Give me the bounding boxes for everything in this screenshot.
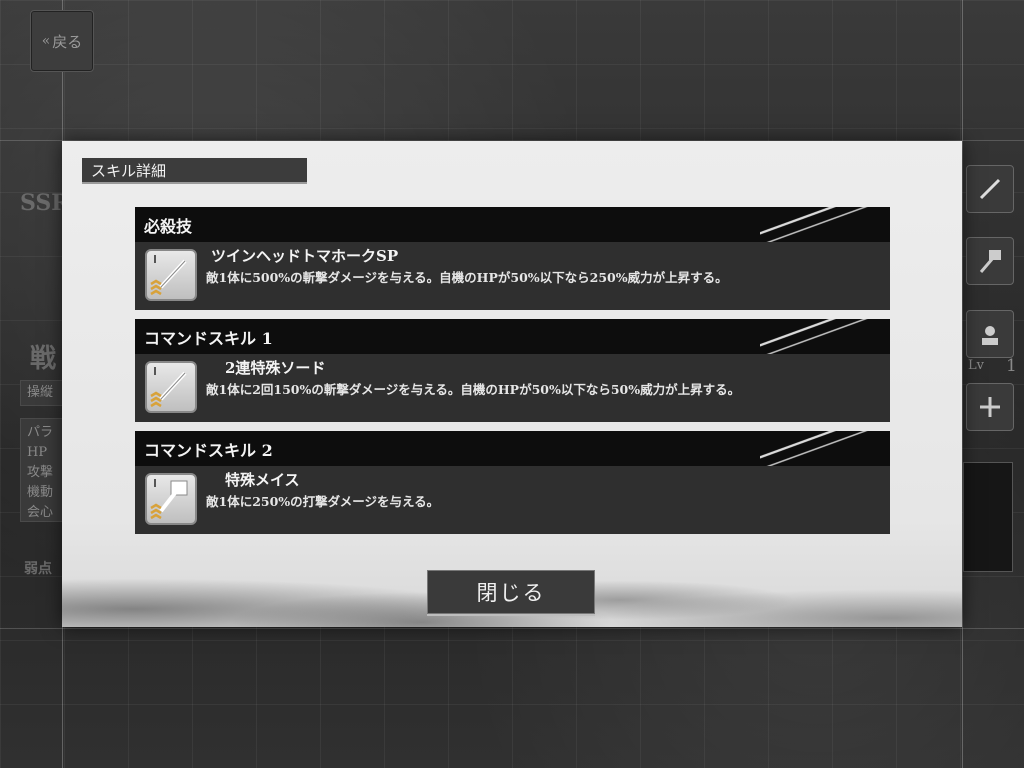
side-weapon-tile[interactable]: [966, 165, 1014, 213]
mace-icon: [150, 479, 188, 520]
background-panel: [963, 462, 1013, 572]
skill-category-header: 必殺技: [135, 207, 890, 242]
side-weapon-tile[interactable]: [966, 237, 1014, 285]
stat-label: パラ: [27, 425, 54, 440]
sword-icon: [979, 178, 1001, 200]
pilot-label: 操縦: [27, 385, 54, 400]
weakness-label: 弱点: [24, 561, 52, 577]
stat-label: HP: [27, 445, 48, 460]
skill-category-label: コマンドスキル 2: [144, 440, 273, 460]
skill-card: 必殺技 ツインヘッドトマホークSP 敵1体に500%の斬撃ダメージを与える。自機…: [135, 207, 890, 310]
stat-label: 会心: [27, 505, 54, 520]
skill-body: ツインヘッドトマホークSP 敵1体に500%の斬撃ダメージを与える。自機のHPが…: [135, 242, 890, 310]
back-button-label: 戻る: [52, 32, 83, 51]
background-panel: 操縦: [20, 380, 64, 406]
skill-card: コマンドスキル 2 特殊メイス 敵1体に250%の打撃ダメージを与える。: [135, 431, 890, 534]
section-heading: 戦: [30, 344, 57, 374]
skill-icon-frame: [145, 473, 197, 525]
sword-icon: [150, 255, 187, 296]
modal-title: スキル詳細: [82, 158, 307, 184]
skill-description: 敵1体に500%の斬撃ダメージを与える。自機のHPが50%以下なら250%威力が…: [206, 270, 728, 285]
side-pilot-tile[interactable]: [966, 310, 1014, 358]
mace-icon: [979, 250, 1001, 273]
double-chevron-left-icon: «: [41, 33, 51, 49]
skill-description: 敵1体に250%の打撃ダメージを与える。: [206, 494, 440, 509]
skill-category-header: コマンドスキル 1: [135, 319, 890, 354]
skill-category-header: コマンドスキル 2: [135, 431, 890, 466]
plus-icon: [980, 397, 1000, 417]
skill-description: 敵1体に2回150%の斬撃ダメージを与える。自機のHPが50%以下なら50%威力…: [206, 382, 741, 397]
slash-decoration: [760, 319, 890, 354]
background-panel: パラ HP 攻撃 機動 会心: [20, 418, 64, 522]
skill-body: 特殊メイス 敵1体に250%の打撃ダメージを与える。: [135, 466, 890, 534]
sword-icon: [150, 367, 187, 408]
stat-label: 機動: [27, 485, 54, 500]
pilot-icon: [982, 326, 998, 345]
back-button[interactable]: « 戻る: [30, 10, 94, 72]
skill-icon-frame: [145, 361, 197, 413]
close-button[interactable]: 閉じる: [427, 570, 595, 614]
stat-label: 攻撃: [27, 465, 54, 480]
slash-decoration: [760, 431, 890, 466]
level-value: 1: [1006, 356, 1017, 376]
frame-line: [0, 628, 1024, 629]
level-label: Lv: [968, 358, 984, 373]
frame-line: [962, 0, 963, 768]
slash-decoration: [760, 207, 890, 242]
skill-detail-modal: スキル詳細 必殺技 ツインヘッドトマホークSP 敵1体に500%の斬撃ダメージを…: [62, 141, 962, 627]
skill-category-label: コマンドスキル 1: [144, 328, 273, 348]
skill-name: 特殊メイス: [225, 471, 300, 489]
skill-name: ツインヘッドトマホークSP: [211, 247, 399, 265]
skill-category-label: 必殺技: [144, 216, 193, 236]
skill-body: 2連特殊ソード 敵1体に2回150%の斬撃ダメージを与える。自機のHPが50%以…: [135, 354, 890, 422]
side-upgrade-tile[interactable]: [966, 383, 1014, 431]
skill-icon-frame: [145, 249, 197, 301]
skill-name: 2連特殊ソード: [225, 359, 326, 377]
skill-card: コマンドスキル 1 2連特殊ソード 敵1体に2回150%の斬撃ダメージを与える。…: [135, 319, 890, 422]
